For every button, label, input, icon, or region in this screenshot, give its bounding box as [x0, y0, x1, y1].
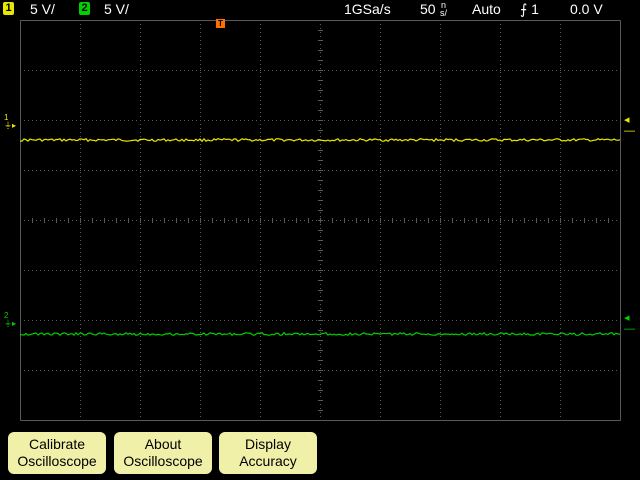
channel-1-indicator[interactable]: 1 — [3, 2, 14, 15]
channel-1-trigger-arrow-icon: ◂— — [624, 114, 635, 137]
trigger-source: ⨍ 1 — [520, 1, 539, 17]
sample-rate: 1GSa/s — [344, 1, 391, 17]
softkey-label-line2: Oscilloscope — [17, 453, 97, 469]
ground-arrow-icon: ⏚▸ — [4, 121, 17, 130]
calibrate-oscilloscope-button[interactable]: Calibrate Oscilloscope — [8, 432, 106, 474]
softkey-label-line2: Oscilloscope — [123, 453, 203, 469]
channel-2-trace — [20, 331, 621, 337]
trigger-position-marker: T — [216, 19, 225, 28]
channel-1-scale: 5 V/ — [30, 1, 55, 17]
channel-2-ground-marker: 2 ⏚▸ — [4, 312, 16, 328]
trigger-level: 0.0 V — [570, 1, 603, 17]
timebase-value: 50 — [420, 1, 436, 17]
ground-arrow-icon: ⏚▸ — [4, 319, 17, 328]
timebase-unit-bottom: s/ — [440, 8, 448, 18]
graticule-lines — [20, 20, 621, 421]
timebase-unit: n s/ — [440, 1, 448, 18]
softkey-label-line1: Calibrate — [28, 436, 86, 452]
channel-1-ground-marker: 1 ⏚▸ — [4, 114, 16, 130]
about-oscilloscope-button[interactable]: About Oscilloscope — [114, 432, 212, 474]
channel-2-scale: 5 V/ — [104, 1, 129, 17]
softkey-bar: Calibrate Oscilloscope About Oscilloscop… — [0, 428, 640, 480]
softkey-label-line1: About — [144, 436, 182, 452]
softkey-label-line1: Display — [245, 436, 291, 452]
waveform-graticule — [20, 20, 621, 421]
trigger-mode: Auto — [472, 1, 501, 17]
softkey-label-line2: Accuracy — [239, 453, 297, 469]
status-bar: 1 5 V/ 2 5 V/ 1GSa/s 50 n s/ Auto ⨍ 1 0.… — [0, 0, 640, 18]
display-accuracy-button[interactable]: Display Accuracy — [219, 432, 317, 474]
channel-2-trigger-arrow-icon: ◂— — [624, 312, 635, 335]
channel-2-indicator[interactable]: 2 — [79, 2, 90, 15]
